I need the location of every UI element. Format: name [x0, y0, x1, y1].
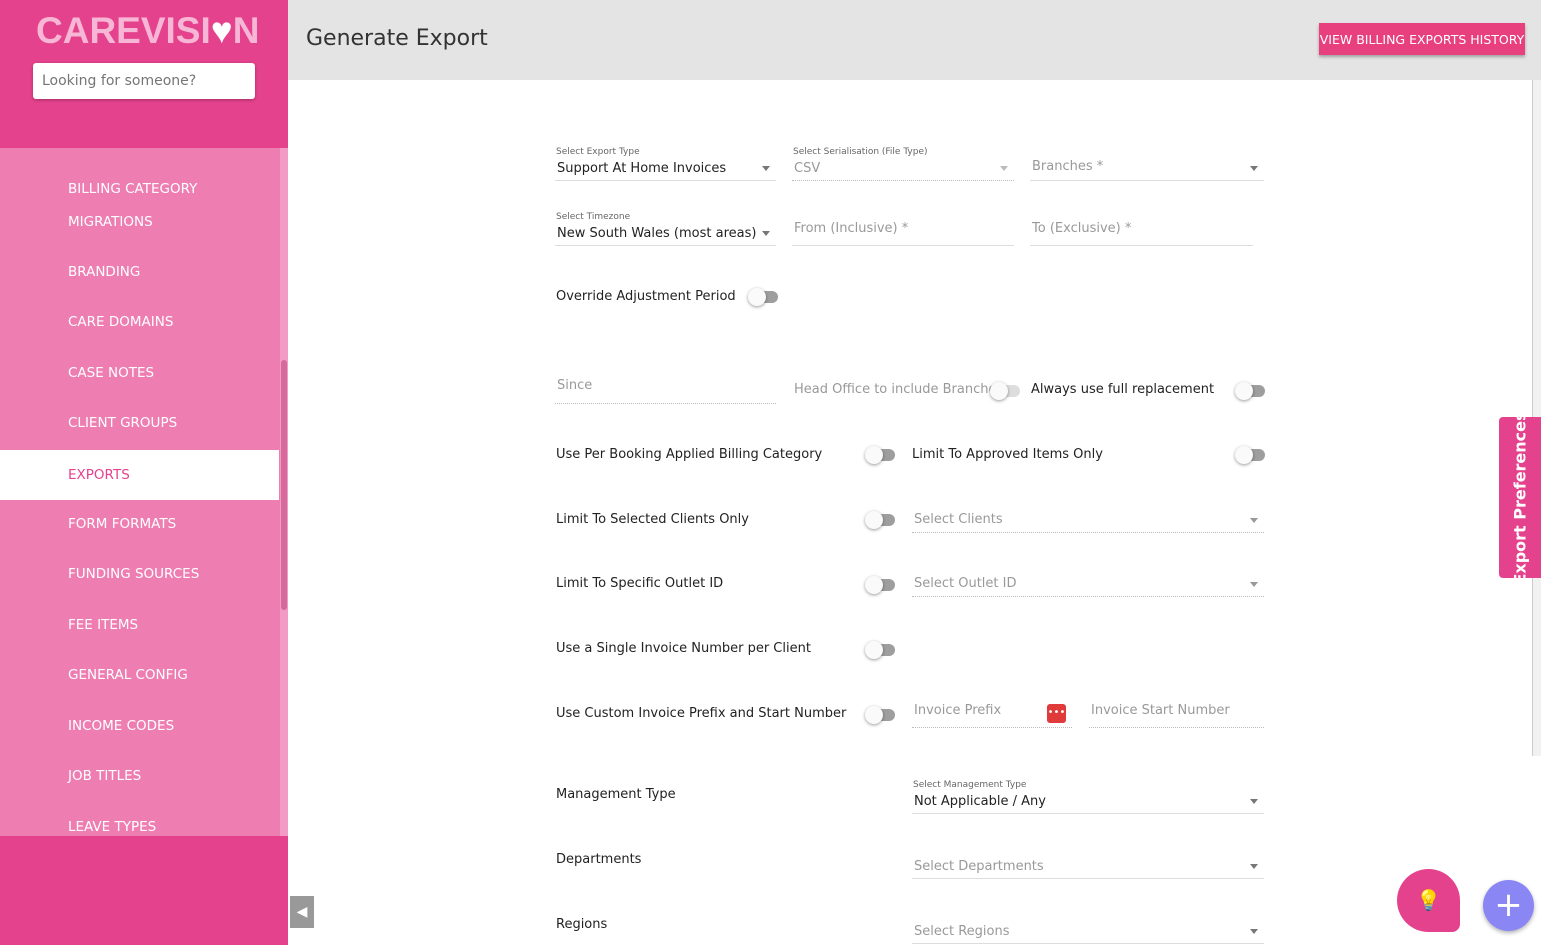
- branches-select[interactable]: Branches *: [1030, 152, 1264, 181]
- field-label: Select Serialisation (File Type): [793, 147, 928, 157]
- invoice-start-number-input[interactable]: Invoice Start Number: [1089, 698, 1264, 728]
- logo: CAREVISI♥N: [36, 10, 260, 51]
- field-value: CSV: [794, 161, 821, 176]
- approved-only-label: Limit To Approved Items Only: [912, 447, 1103, 462]
- chevron-down-icon: [1250, 864, 1258, 869]
- sidebar-item-case-notes[interactable]: CASE NOTES: [0, 357, 279, 390]
- export-preferences-label: Export Preferences: [1510, 410, 1530, 585]
- chevron-down-icon: [762, 166, 770, 171]
- field-value: Support At Home Invoices: [557, 161, 727, 176]
- field-placeholder: Since: [557, 378, 593, 393]
- single-invoice-toggle[interactable]: [865, 641, 895, 659]
- per-booking-label: Use Per Booking Applied Billing Category: [556, 447, 823, 462]
- serialisation-select[interactable]: Select Serialisation (File Type) CSV: [792, 147, 1014, 181]
- field-placeholder: Select Regions: [914, 924, 1010, 939]
- field-label: Select Export Type: [556, 147, 640, 157]
- override-adjustment-label: Override Adjustment Period: [556, 289, 736, 304]
- select-clients[interactable]: Select Clients: [912, 505, 1264, 533]
- management-type-select[interactable]: Select Management Type Not Applicable / …: [912, 780, 1264, 814]
- chevron-down-icon: [1250, 166, 1258, 171]
- override-adjustment-toggle[interactable]: [748, 288, 778, 306]
- timezone-select[interactable]: Select Timezone New South Wales (most ar…: [555, 212, 776, 246]
- field-value: New South Wales (most areas): [557, 226, 757, 241]
- sidebar-nav: BILLING CATEGORY MIGRATIONS BRANDING CARE D…: [0, 148, 288, 836]
- to-date-input[interactable]: To (Exclusive) *: [1030, 217, 1253, 246]
- from-date-input[interactable]: From (Inclusive) *: [792, 217, 1014, 246]
- sidebar-item-form-formats[interactable]: FORM FORMATS: [0, 508, 279, 541]
- collapse-sidebar-button[interactable]: ◀: [290, 896, 314, 928]
- field-label: Select Timezone: [556, 212, 631, 222]
- head-office-label: Head Office to include Branches: [794, 382, 1004, 397]
- full-replacement-toggle[interactable]: [1235, 382, 1265, 400]
- custom-prefix-toggle[interactable]: [865, 706, 895, 724]
- sidebar-item-migrations[interactable]: MIGRATIONS: [0, 206, 279, 239]
- export-type-select[interactable]: Select Export Type Support At Home Invoi…: [555, 147, 776, 181]
- sidebar-item-funding-sources[interactable]: FUNDING SOURCES: [0, 558, 279, 591]
- regions-select[interactable]: Select Regions: [912, 915, 1264, 944]
- departments-select[interactable]: Select Departments: [912, 850, 1264, 879]
- field-placeholder: From (Inclusive) *: [794, 221, 909, 236]
- chevron-down-icon: [1250, 582, 1258, 587]
- custom-prefix-label: Use Custom Invoice Prefix and Start Numb…: [556, 706, 847, 721]
- outlet-toggle[interactable]: [865, 576, 895, 594]
- selected-clients-toggle[interactable]: [865, 511, 895, 529]
- departments-label: Departments: [556, 852, 642, 867]
- chevron-down-icon: [1250, 929, 1258, 934]
- full-replacement-label: Always use full replacement: [1031, 382, 1215, 397]
- approved-only-toggle[interactable]: [1235, 446, 1265, 464]
- sidebar-item-client-groups[interactable]: CLIENT GROUPS: [0, 407, 279, 440]
- sidebar: CAREVISI♥N BILLING CATEGORYMIGRATIONS BRA…: [0, 0, 288, 945]
- field-placeholder: Select Departments: [914, 859, 1044, 874]
- field-label: Select Management Type: [913, 780, 1027, 790]
- password-dots-icon[interactable]: •••: [1047, 704, 1066, 723]
- field-placeholder: Branches *: [1032, 159, 1104, 174]
- head-office-toggle[interactable]: [990, 382, 1020, 400]
- field-placeholder: Select Outlet ID: [914, 576, 1017, 591]
- select-outlet[interactable]: Select Outlet ID: [912, 569, 1264, 597]
- sidebar-item-exports[interactable]: EXPORTS: [0, 450, 279, 500]
- field-placeholder: Invoice Prefix: [914, 703, 1002, 718]
- management-type-label: Management Type: [556, 787, 676, 802]
- sidebar-item-billing-category[interactable]: BILLING CATEGORY: [0, 173, 279, 206]
- sidebar-item-general-config[interactable]: GENERAL CONFIG: [0, 659, 279, 692]
- export-preferences-tab[interactable]: Export Preferences: [1499, 411, 1541, 584]
- regions-label: Regions: [556, 917, 608, 932]
- view-history-button[interactable]: VIEW BILLING EXPORTS HISTORY: [1319, 23, 1525, 55]
- search-input[interactable]: [33, 63, 255, 99]
- sidebar-item-fee-items[interactable]: FEE ITEMS: [0, 609, 279, 642]
- per-booking-toggle[interactable]: [865, 446, 895, 464]
- sidebar-item-leave-types[interactable]: LEAVE TYPES: [0, 811, 279, 836]
- outlet-label: Limit To Specific Outlet ID: [556, 576, 724, 591]
- single-invoice-label: Use a Single Invoice Number per Client: [556, 641, 811, 656]
- chevron-down-icon: [1250, 518, 1258, 523]
- plus-icon[interactable]: +: [1483, 880, 1534, 931]
- chevron-down-icon: [762, 231, 770, 236]
- lightbulb-icon[interactable]: 💡: [1397, 869, 1460, 932]
- sidebar-item-branding[interactable]: BRANDING: [0, 256, 279, 289]
- field-placeholder: Invoice Start Number: [1091, 703, 1230, 718]
- field-placeholder: To (Exclusive) *: [1032, 221, 1132, 236]
- sidebar-item-care-domains[interactable]: CARE DOMAINS: [0, 306, 279, 339]
- field-value: Not Applicable / Any: [914, 794, 1046, 809]
- sidebar-item-income-codes[interactable]: INCOME CODES: [0, 710, 279, 743]
- chevron-down-icon: [1000, 166, 1008, 171]
- field-placeholder: Select Clients: [914, 512, 1003, 527]
- sidebar-scrollbar-thumb[interactable]: [281, 360, 287, 610]
- since-input[interactable]: Since: [555, 374, 776, 404]
- chevron-down-icon: [1250, 799, 1258, 804]
- sidebar-item-job-titles[interactable]: JOB TITLES: [0, 760, 279, 793]
- page-title: Generate Export: [306, 26, 488, 51]
- selected-clients-label: Limit To Selected Clients Only: [556, 512, 749, 527]
